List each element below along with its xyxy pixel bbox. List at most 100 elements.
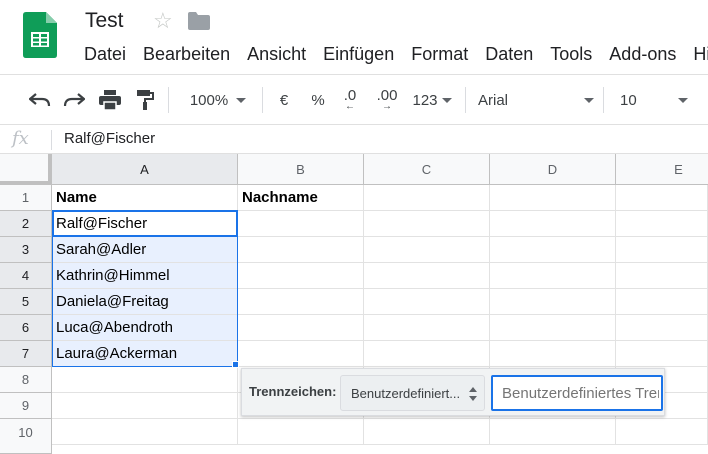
cell-c4[interactable]	[364, 263, 490, 289]
folder-icon[interactable]	[188, 12, 210, 30]
custom-separator-input[interactable]	[491, 375, 663, 411]
menu-datei[interactable]: Datei	[84, 44, 126, 65]
cell-b3[interactable]	[238, 237, 364, 263]
cell-d1[interactable]	[490, 185, 616, 211]
zoom-select[interactable]: 100%	[183, 87, 253, 113]
row-header-7[interactable]: 7	[0, 341, 52, 367]
cell-c7[interactable]	[364, 341, 490, 367]
row-header-9[interactable]: 9	[0, 393, 52, 419]
cell-c3[interactable]	[364, 237, 490, 263]
cell-a4[interactable]: Kathrin@Himmel	[52, 263, 238, 289]
menu-hilfe[interactable]: Hilfe	[693, 44, 708, 65]
menu-einfuegen[interactable]: Einfügen	[323, 44, 394, 65]
column-header-a[interactable]: A	[52, 154, 238, 185]
cell-d6[interactable]	[490, 315, 616, 341]
cell-b5[interactable]	[238, 289, 364, 315]
cell-b6[interactable]	[238, 315, 364, 341]
select-all-corner[interactable]	[0, 154, 52, 185]
cell-e1[interactable]	[616, 185, 708, 211]
row-header-10[interactable]: 10	[0, 419, 52, 454]
increase-decimals-button[interactable]: .00 →	[373, 87, 401, 113]
cell-c2[interactable]	[364, 211, 490, 237]
chevron-down-icon	[678, 97, 688, 103]
undo-icon[interactable]	[27, 87, 53, 113]
cell-c1[interactable]	[364, 185, 490, 211]
row-header-1[interactable]: 1	[0, 185, 52, 211]
more-formats-button[interactable]: 123	[408, 87, 456, 113]
more-formats-label: 123	[412, 91, 438, 109]
row-header-5[interactable]: 5	[0, 289, 52, 315]
cell-a1[interactable]: Name	[52, 185, 238, 211]
column-header-b[interactable]: B	[238, 154, 364, 185]
menu-tools[interactable]: Tools	[550, 44, 592, 65]
cell-c10[interactable]	[364, 419, 490, 445]
print-icon[interactable]	[97, 87, 123, 113]
cell-a10[interactable]	[52, 419, 238, 445]
cell-a9[interactable]	[52, 393, 238, 419]
cell-e2[interactable]	[616, 211, 708, 237]
column-header-e[interactable]: E	[616, 154, 708, 185]
cell-e5[interactable]	[616, 289, 708, 315]
cell-d2[interactable]	[490, 211, 616, 237]
separator-label: Trennzeichen:	[249, 384, 337, 399]
menu-ansicht[interactable]: Ansicht	[247, 44, 306, 65]
menu-format[interactable]: Format	[411, 44, 468, 65]
row-header-3[interactable]: 3	[0, 237, 52, 263]
row-header-4[interactable]: 4	[0, 263, 52, 289]
redo-icon[interactable]	[61, 87, 87, 113]
cell-b10[interactable]	[238, 419, 364, 445]
cell-b7[interactable]	[238, 341, 364, 367]
cell-a7[interactable]: Laura@Ackerman	[52, 341, 238, 367]
fill-handle[interactable]	[232, 361, 239, 368]
toolbar-separator	[262, 87, 263, 113]
cell-b2[interactable]	[238, 211, 364, 237]
cell-e7[interactable]	[616, 341, 708, 367]
decrease-decimals-button[interactable]: .0 ←	[338, 87, 362, 113]
formula-separator	[51, 130, 52, 150]
paint-format-icon[interactable]	[133, 87, 157, 113]
menu-bearbeiten[interactable]: Bearbeiten	[143, 44, 230, 65]
cell-d10[interactable]	[490, 419, 616, 445]
currency-format-button[interactable]: €	[274, 87, 294, 113]
toolbar: 100% € % .0 ← .00 → 123 Arial 10	[0, 74, 708, 124]
cell-a8[interactable]	[52, 367, 238, 393]
column-header-d[interactable]: D	[490, 154, 616, 185]
font-value: Arial	[478, 91, 509, 109]
cell-a2[interactable]: Ralf@Fischer	[52, 211, 238, 237]
zoom-value: 100%	[189, 91, 229, 109]
menu-addons[interactable]: Add-ons	[609, 44, 676, 65]
row-header-2[interactable]: 2	[0, 211, 52, 237]
formula-bar: fx Ralf@Fischer	[0, 124, 708, 154]
cell-e10[interactable]	[616, 419, 708, 445]
cell-e6[interactable]	[616, 315, 708, 341]
star-icon[interactable]: ☆	[153, 8, 173, 34]
cell-a5[interactable]: Daniela@Freitag	[52, 289, 238, 315]
cell-d3[interactable]	[490, 237, 616, 263]
chevron-down-icon	[236, 97, 247, 103]
menu-daten[interactable]: Daten	[485, 44, 533, 65]
document-title[interactable]: Test	[85, 9, 124, 33]
cell-b4[interactable]	[238, 263, 364, 289]
row-header-6[interactable]: 6	[0, 315, 52, 341]
font-size-value: 10	[620, 91, 637, 109]
row-header-8[interactable]: 8	[0, 367, 52, 393]
cell-e3[interactable]	[616, 237, 708, 263]
cell-e4[interactable]	[616, 263, 708, 289]
sheets-logo-icon[interactable]	[23, 12, 57, 58]
cell-b1[interactable]: Nachname	[238, 185, 364, 211]
chevron-down-icon	[584, 97, 594, 103]
cell-d4[interactable]	[490, 263, 616, 289]
cell-c6[interactable]	[364, 315, 490, 341]
column-header-c[interactable]: C	[364, 154, 490, 185]
cell-a6[interactable]: Luca@Abendroth	[52, 315, 238, 341]
toolbar-separator	[465, 87, 466, 113]
font-select[interactable]: Arial	[478, 87, 594, 113]
cell-d7[interactable]	[490, 341, 616, 367]
cell-a3[interactable]: Sarah@Adler	[52, 237, 238, 263]
formula-input[interactable]: Ralf@Fischer	[64, 130, 155, 147]
font-size-select[interactable]: 10	[620, 87, 688, 113]
percent-format-button[interactable]: %	[308, 87, 328, 113]
separator-select[interactable]: Benutzerdefiniert...	[340, 375, 485, 411]
cell-d5[interactable]	[490, 289, 616, 315]
cell-c5[interactable]	[364, 289, 490, 315]
